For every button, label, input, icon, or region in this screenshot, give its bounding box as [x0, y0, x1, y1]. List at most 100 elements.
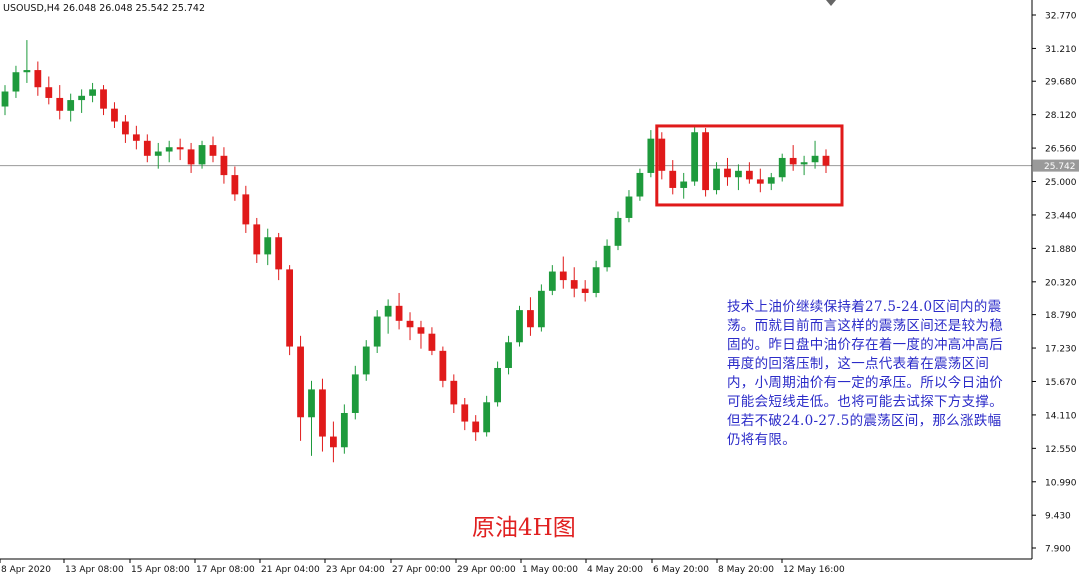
y-tick-label: 17.230 — [1045, 345, 1077, 355]
candle-body — [34, 70, 42, 88]
candle-body — [527, 310, 534, 328]
candle-body — [209, 145, 217, 156]
candle-body — [559, 271, 567, 281]
y-tick-label: 29.680 — [1045, 78, 1077, 88]
candle-body — [23, 70, 31, 73]
candle-body — [198, 145, 206, 165]
candle-body — [494, 367, 501, 403]
x-tick-label: 12 May 16:00 — [783, 565, 845, 575]
candle-body — [176, 147, 184, 150]
candle-body — [789, 157, 797, 165]
candle-body — [516, 310, 523, 343]
symbol-title: USOUSD,H4 26.048 26.048 25.542 25.742 — [3, 3, 206, 14]
candle-body — [570, 280, 578, 289]
y-tick-label: 15.670 — [1045, 378, 1077, 388]
candle-body — [778, 157, 786, 178]
candle-body — [702, 132, 709, 191]
y-tick-label: 25.000 — [1045, 178, 1077, 188]
candle-body — [132, 134, 140, 141]
candle-body — [253, 224, 261, 255]
candle-body — [122, 121, 129, 135]
candle-body — [231, 175, 239, 195]
candle-body — [12, 72, 20, 92]
x-tick-label: 21 Apr 04:00 — [261, 565, 320, 575]
x-tick-label: 1 May 00:00 — [522, 565, 578, 575]
y-tick-label: 10.990 — [1045, 478, 1077, 488]
candle-body — [154, 151, 162, 156]
candle-body — [286, 269, 294, 347]
candle-body — [822, 155, 830, 166]
candle-body — [669, 170, 677, 188]
candle-body — [45, 87, 53, 98]
candle-body — [187, 149, 195, 165]
chart-axes — [0, 0, 1033, 560]
candle-body — [505, 342, 512, 368]
x-tick-label: 4 May 20:00 — [587, 565, 643, 575]
candle-body — [308, 389, 315, 418]
candle-body — [56, 97, 64, 111]
candle-body — [67, 100, 75, 111]
x-tick-label: 8 May 20:00 — [718, 565, 774, 575]
candle-body — [89, 89, 96, 96]
candle-body — [537, 290, 545, 328]
candle-body — [1, 91, 9, 107]
candle-body — [165, 147, 173, 152]
y-tick-label: 18.790 — [1045, 311, 1077, 321]
y-tick-label: 26.560 — [1045, 145, 1077, 155]
x-tick-label: 29 Apr 00:00 — [457, 565, 516, 575]
candle-body — [461, 404, 469, 422]
candle-body — [483, 402, 491, 433]
candlestick-chart: 32.770 31.210 29.680 28.120 26.560 25.000 23.4… — [0, 0, 1079, 575]
y-axis-ticks: 32.770 31.210 29.680 28.120 26.560 25.000 23.4… — [1032, 12, 1077, 555]
y-tick-label: 31.210 — [1045, 45, 1077, 55]
y-tick-label: 12.550 — [1045, 445, 1077, 455]
x-tick-label: 8 Apr 2020 — [1, 565, 51, 575]
y-tick-label: 20.320 — [1045, 278, 1077, 288]
candle-body — [242, 194, 250, 225]
y-tick-label: 21.880 — [1045, 245, 1077, 255]
candle-body — [767, 177, 775, 184]
candle-body — [439, 350, 447, 381]
y-tick-label: 23.440 — [1045, 211, 1077, 221]
current-price-label: 25.742 — [1033, 159, 1079, 172]
scroll-marker-icon — [826, 0, 836, 6]
x-tick-label: 27 Apr 00:00 — [392, 565, 451, 575]
y-tick-label: 32.770 — [1045, 12, 1077, 22]
candle-body — [340, 412, 348, 448]
candle-body — [384, 305, 392, 317]
candle-body — [592, 267, 600, 293]
candle-body — [78, 95, 86, 101]
x-axis-ticks: 8 Apr 2020 13 Apr 08:00 15 Apr 08:00 17 Apr… — [0, 559, 845, 575]
candle-body — [647, 138, 655, 173]
candle-body — [406, 320, 414, 328]
candle-body — [691, 132, 699, 182]
candle-body — [100, 89, 107, 109]
candle-body — [680, 181, 688, 188]
x-tick-label: 23 Apr 04:00 — [326, 565, 385, 575]
candle-body — [745, 170, 753, 180]
candle-body — [143, 140, 151, 156]
candle-body — [625, 196, 633, 218]
candle-body — [472, 421, 480, 433]
analysis-text: 技术上油价继续保持着27.5-24.0区间内的震荡。而就目前而言这样的震荡区间还… — [727, 299, 1003, 448]
y-tick-label: 28.120 — [1045, 111, 1077, 121]
candle-body — [351, 374, 359, 413]
candle-body — [800, 162, 808, 165]
chart-caption: 原油4H图 — [472, 515, 576, 541]
candle-body — [603, 245, 611, 268]
y-tick-label: 14.110 — [1045, 411, 1077, 421]
candle-body — [581, 288, 589, 293]
candles — [1, 40, 830, 463]
candle-body — [264, 237, 272, 255]
candle-body — [330, 436, 337, 448]
candle-body — [428, 333, 436, 351]
candle-body — [395, 305, 403, 321]
x-tick-label: 6 May 20:00 — [653, 565, 709, 575]
candle-body — [450, 380, 458, 405]
candle-body — [636, 172, 644, 197]
candle-body — [275, 237, 283, 270]
candle-body — [756, 179, 764, 184]
y-tick-label: 9.430 — [1045, 512, 1071, 522]
candle-body — [319, 389, 326, 437]
candle-body — [297, 346, 304, 418]
